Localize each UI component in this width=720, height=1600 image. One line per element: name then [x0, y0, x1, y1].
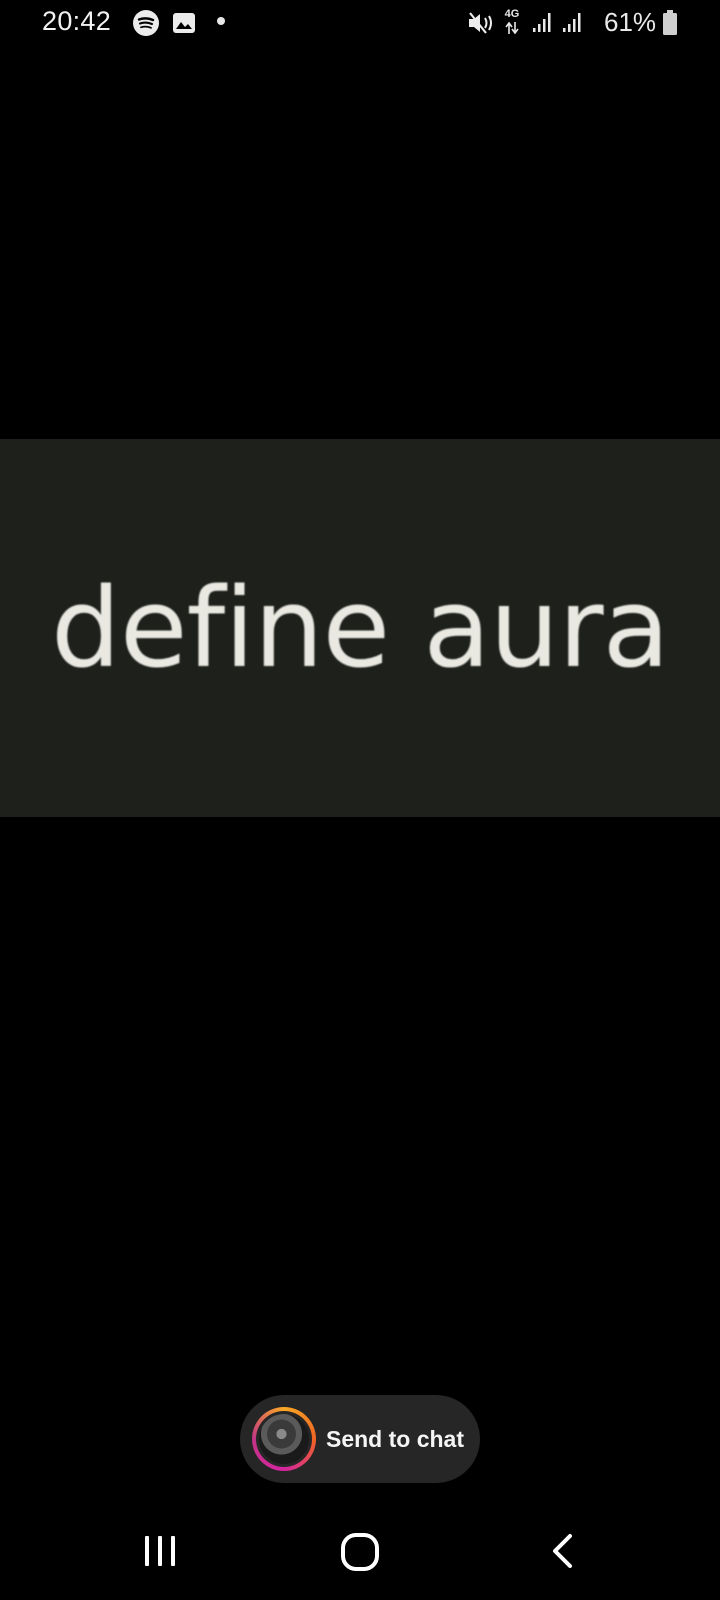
status-time: 20:42: [42, 6, 112, 36]
avatar-story-ring: [252, 1407, 316, 1471]
spotify-icon: [133, 10, 159, 36]
send-to-chat-label: Send to chat: [326, 1425, 465, 1452]
mute-icon: [469, 12, 492, 34]
gallery-icon: [173, 13, 195, 33]
story-image-text: define aura: [51, 564, 670, 692]
avatar-image: [259, 1414, 309, 1464]
battery-icon: [663, 10, 677, 35]
signal-icon: [563, 13, 581, 32]
back-icon[interactable]: [550, 1533, 574, 1569]
avatar: [256, 1411, 312, 1467]
network-type-label: 4G: [504, 8, 520, 20]
signal-icon: [533, 13, 551, 32]
navigation-bar: [0, 1500, 720, 1600]
recent-apps-icon[interactable]: [140, 1534, 180, 1568]
send-to-chat-button[interactable]: Send to chat: [240, 1395, 480, 1483]
home-icon[interactable]: [340, 1532, 380, 1572]
battery-percent: 61%: [604, 7, 657, 37]
status-bar: 20:42 4G 61%: [0, 0, 720, 48]
notification-dot-icon: [217, 17, 225, 25]
network-arrows-icon: [505, 21, 519, 35]
story-image: define aura: [0, 439, 720, 817]
